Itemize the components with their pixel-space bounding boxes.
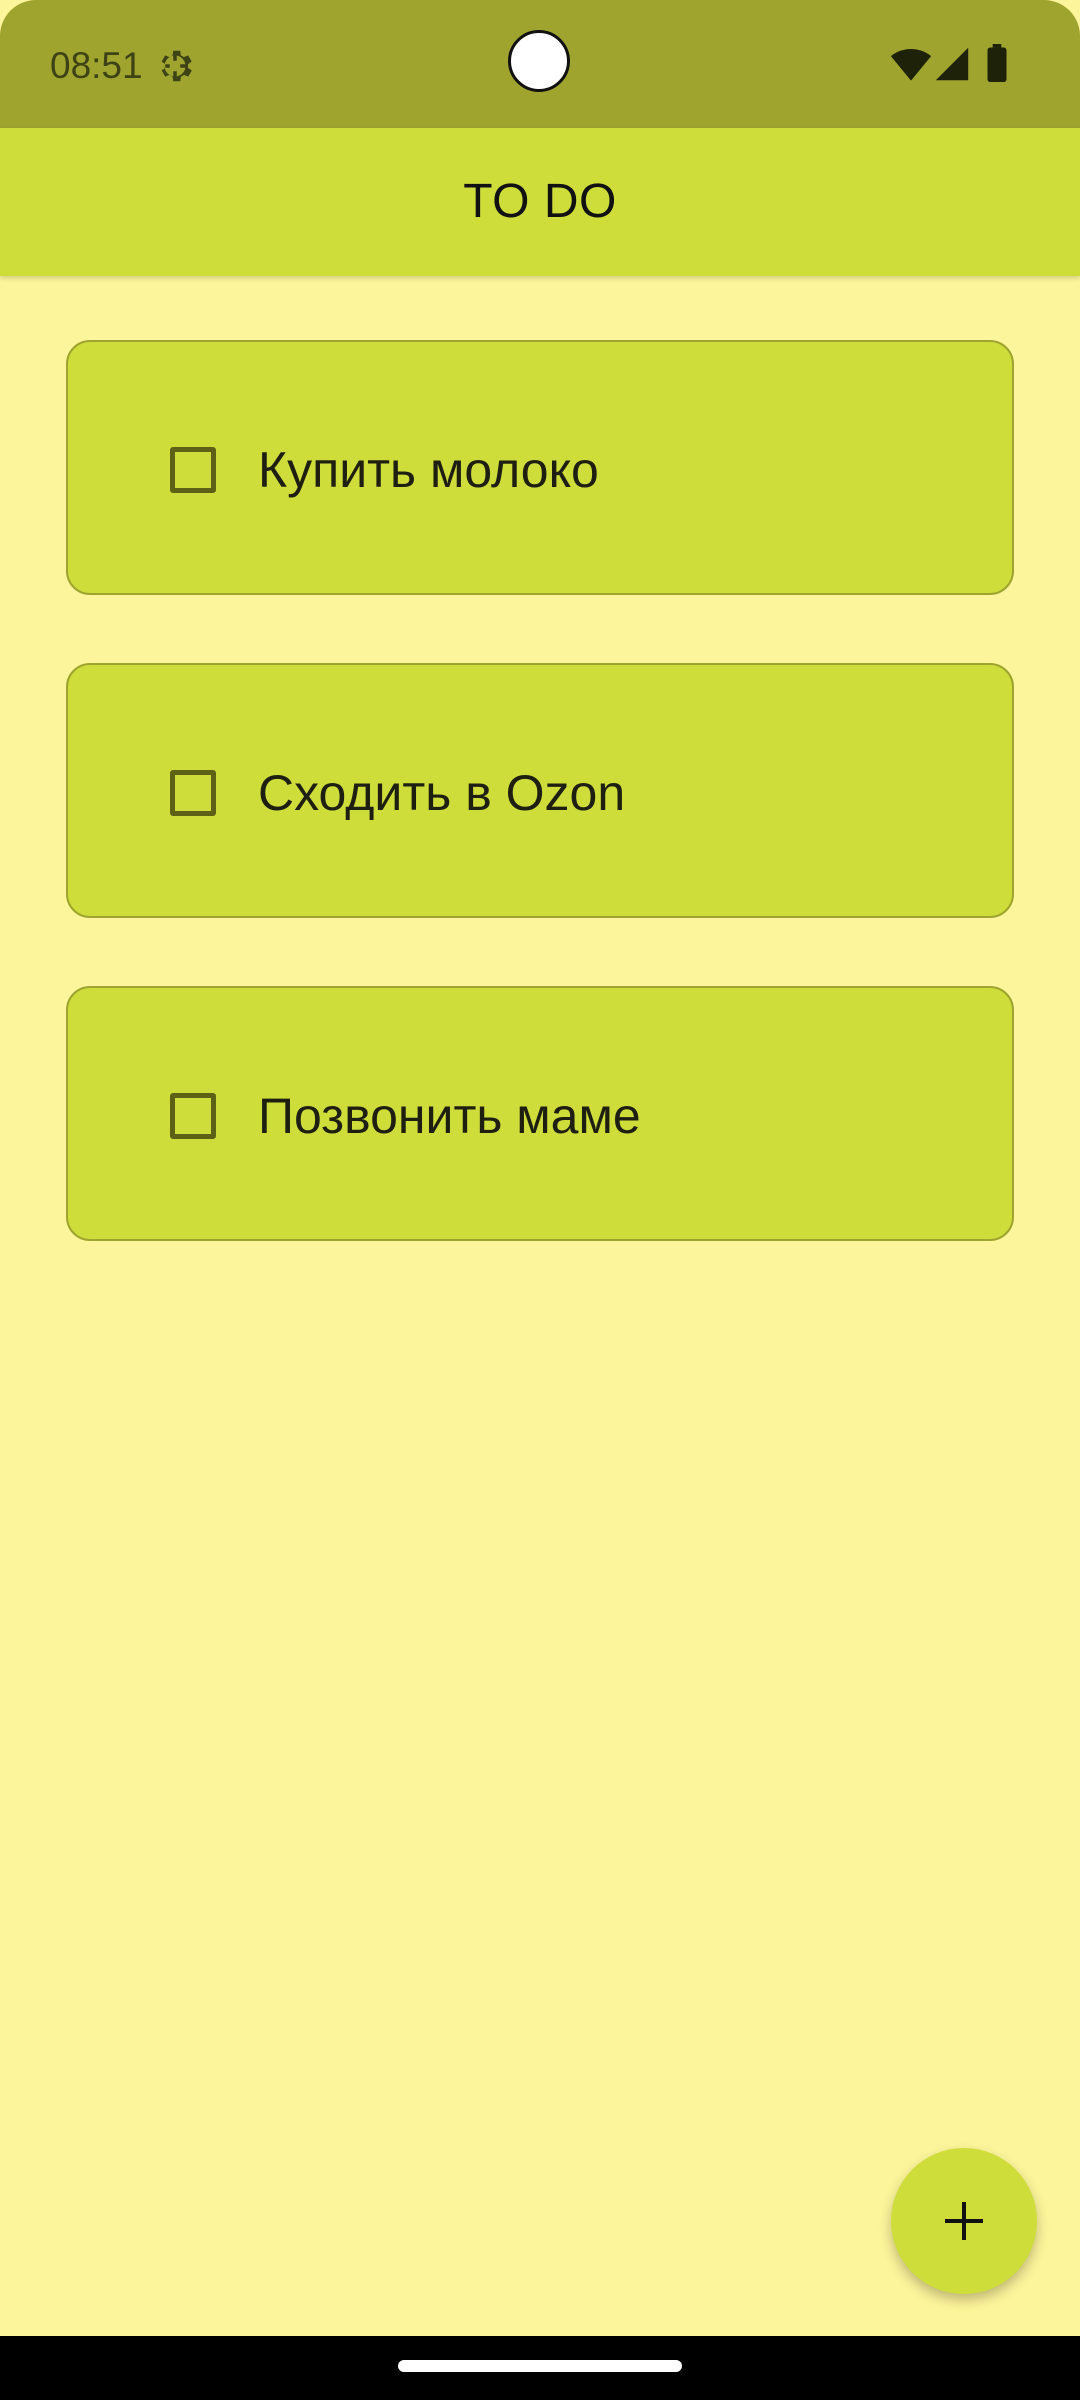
app-bar: TO DO [0, 128, 1080, 276]
task-checkbox[interactable] [170, 770, 216, 816]
status-time: 08:51 [50, 45, 143, 86]
task-checkbox[interactable] [170, 1093, 216, 1139]
task-checkbox[interactable] [170, 447, 216, 493]
task-item[interactable]: Позвонить маме [66, 986, 1014, 1241]
task-list: Купить молоко Сходить в Ozon Позвонить м… [66, 340, 1014, 1309]
task-item[interactable]: Сходить в Ozon [66, 663, 1014, 918]
task-item[interactable]: Купить молоко [66, 340, 1014, 595]
cellular-signal-icon [935, 47, 969, 81]
task-label: Сходить в Ozon [258, 765, 626, 821]
add-task-button[interactable] [891, 2148, 1037, 2294]
task-label: Позвонить маме [258, 1088, 641, 1144]
home-gesture-handle[interactable] [398, 2360, 682, 2372]
status-bar: 08:51 [0, 0, 1080, 128]
page-title: TO DO [463, 175, 617, 228]
wifi-icon [890, 48, 932, 81]
task-label: Купить молоко [258, 442, 599, 498]
plus-icon [945, 2202, 983, 2240]
settings-gear-icon [161, 50, 192, 82]
camera-cutout [508, 30, 570, 92]
navigation-bar [0, 2336, 1080, 2400]
battery-icon [987, 44, 1007, 82]
